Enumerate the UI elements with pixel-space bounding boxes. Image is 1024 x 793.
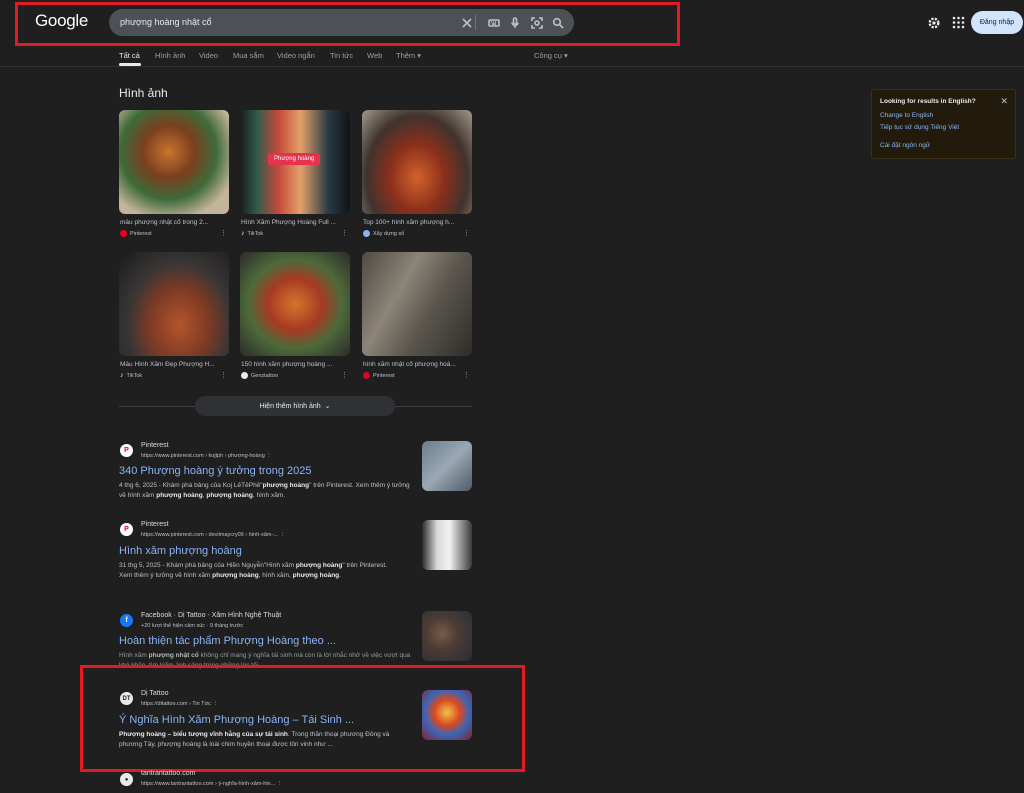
tab-news[interactable]: Tin tức — [330, 51, 353, 60]
result-snippet: 31 thg 5, 2025 - Khám phá bảng của Hiền … — [119, 562, 387, 579]
image-source: Pinterest — [120, 230, 152, 237]
images-heading: Hình ảnh — [119, 86, 168, 100]
show-more-images-button[interactable]: Hiện thêm hình ảnh ⌄ — [195, 396, 395, 416]
pinterest-icon — [363, 372, 370, 379]
image-caption[interactable]: mẫu phượng nhật cổ trong 2... — [120, 219, 225, 226]
image-result-6[interactable] — [362, 252, 472, 356]
image-result-3[interactable] — [362, 110, 472, 214]
change-to-english-link[interactable]: Change to English — [880, 112, 933, 119]
image-caption[interactable]: Mẫu Hình Xăm Đẹp Phượng H... — [120, 361, 225, 368]
gear-icon[interactable] — [927, 16, 941, 30]
tab-all[interactable]: Tất cả — [119, 51, 140, 60]
image-source-label: TikTok — [126, 372, 143, 379]
image-caption[interactable]: Hình Xăm Phượng Hoàng Full ... — [241, 219, 346, 226]
pinterest-icon: P — [120, 444, 133, 457]
result-snippet: 4 thg 6, 2025 - Khám phá bảng của Koj Lê… — [119, 482, 410, 499]
result-thumbnail[interactable] — [422, 611, 472, 661]
site-icon — [363, 230, 370, 237]
chevron-down-icon: ⌄ — [324, 403, 331, 410]
more-options-icon[interactable]: ⋮ — [277, 781, 283, 787]
site-icon: ● — [120, 773, 133, 786]
image-result-5[interactable] — [240, 252, 350, 356]
highlight-box-search — [15, 2, 680, 46]
result-title[interactable]: Hình xăm phượng hoàng — [119, 545, 242, 557]
image-source-label: Pinterest — [130, 230, 152, 237]
more-options-icon[interactable]: ⋮ — [463, 229, 470, 237]
image-source: ♪ TikTok — [120, 372, 142, 379]
language-notice: Looking for results in English? ✕ Change… — [871, 89, 1016, 159]
signin-button[interactable]: Đăng nhập — [971, 11, 1023, 34]
highlight-box-result — [80, 665, 525, 772]
result-site-name[interactable]: Facebook · Dị Tattoo - Xăm Hình Nghệ Thu… — [141, 612, 281, 619]
image-caption[interactable]: Top 100+ hình xăm phượng h... — [363, 219, 468, 226]
result-url-text: https://www.tantrantattoo.com › ý-nghĩa-… — [141, 781, 276, 787]
image-source: ♪ TikTok — [241, 230, 263, 237]
apps-grid-icon[interactable] — [952, 16, 965, 29]
result-site-name[interactable]: tantrantattoo.com — [141, 770, 195, 777]
chevron-down-icon: ▾ — [417, 51, 422, 60]
tiktok-icon: ♪ — [241, 230, 245, 237]
image-source: Genztattoo — [241, 372, 278, 379]
tab-web[interactable]: Web — [367, 51, 382, 60]
show-more-label: Hiện thêm hình ảnh — [259, 402, 321, 410]
keep-vietnamese-link[interactable]: Tiếp tục sử dụng Tiếng Việt — [880, 124, 959, 131]
tiktok-icon: ♪ — [120, 372, 124, 379]
result-thumbnail[interactable] — [422, 520, 472, 570]
more-options-icon[interactable]: ⋮ — [220, 229, 227, 237]
tab-videos[interactable]: Video — [199, 51, 218, 60]
image-result-1[interactable] — [119, 110, 229, 214]
divider-line — [119, 406, 195, 407]
result-site-name[interactable]: Pinterest — [141, 521, 169, 528]
image-caption[interactable]: hình xăm nhật cổ phượng hoà... — [363, 361, 468, 368]
tab-more[interactable]: Thêm ▾ — [396, 51, 421, 60]
language-notice-title: Looking for results in English? — [880, 98, 976, 105]
result-url[interactable]: https://www.pinterest.com › kojtph › phư… — [141, 453, 272, 459]
image-source-label: Xây dựng số — [373, 230, 405, 237]
image-result-4[interactable] — [119, 252, 229, 356]
close-icon[interactable]: ✕ — [1000, 96, 1008, 107]
result-title[interactable]: Hoàn thiện tác phẩm Phượng Hoàng theo ..… — [119, 635, 336, 647]
result-thumbnail[interactable] — [422, 441, 472, 491]
image-badge: Phượng hoàng — [268, 153, 321, 165]
tools-label: Công cụ — [534, 51, 562, 60]
pinterest-icon: P — [120, 523, 133, 536]
language-settings-link[interactable]: Cài đặt ngôn ngữ — [880, 142, 930, 149]
facebook-icon: f — [120, 614, 133, 627]
more-options-icon[interactable]: ⋮ — [266, 453, 272, 459]
tab-images[interactable]: Hình ảnh — [155, 51, 185, 60]
more-options-icon[interactable]: ⋮ — [341, 229, 348, 237]
more-options-icon[interactable]: ⋮ — [341, 371, 348, 379]
more-options-icon[interactable]: ⋮ — [279, 532, 285, 538]
tab-shopping[interactable]: Mua sắm — [233, 51, 264, 60]
result-url[interactable]: https://www.pinterest.com › devilmaycry0… — [141, 532, 285, 538]
result-url[interactable]: https://www.tantrantattoo.com › ý-nghĩa-… — [141, 781, 282, 787]
image-source-label: Pinterest — [373, 372, 395, 379]
tools-button[interactable]: Công cụ ▾ — [534, 51, 568, 60]
result-url-text: https://www.pinterest.com › devilmaycry0… — [141, 532, 278, 538]
image-source: Xây dựng số — [363, 230, 404, 237]
result-site-name[interactable]: Pinterest — [141, 442, 169, 449]
image-result-2[interactable]: Phượng hoàng — [240, 110, 350, 214]
image-caption[interactable]: 150 hình xăm phượng hoàng ... — [241, 361, 346, 368]
result-title[interactable]: 340 Phượng hoàng ý tưởng trong 2025 — [119, 465, 311, 477]
tab-more-label: Thêm — [396, 51, 416, 60]
pinterest-icon — [120, 230, 127, 237]
site-icon — [241, 372, 248, 379]
image-source-label: Genztattoo — [251, 372, 278, 379]
image-source-label: TikTok — [247, 230, 264, 237]
result-url-text: https://www.pinterest.com › kojtph › phư… — [141, 453, 265, 459]
more-options-icon[interactable]: ⋮ — [463, 371, 470, 379]
chevron-down-icon: ▾ — [564, 51, 568, 60]
divider-line — [395, 406, 472, 407]
tab-short-videos[interactable]: Video ngắn — [277, 51, 315, 60]
image-source: Pinterest — [363, 372, 395, 379]
header-divider — [0, 66, 1024, 67]
result-url: +20 lượt thể hiện cảm xúc · 9 tháng trướ… — [141, 623, 244, 629]
more-options-icon[interactable]: ⋮ — [220, 371, 227, 379]
